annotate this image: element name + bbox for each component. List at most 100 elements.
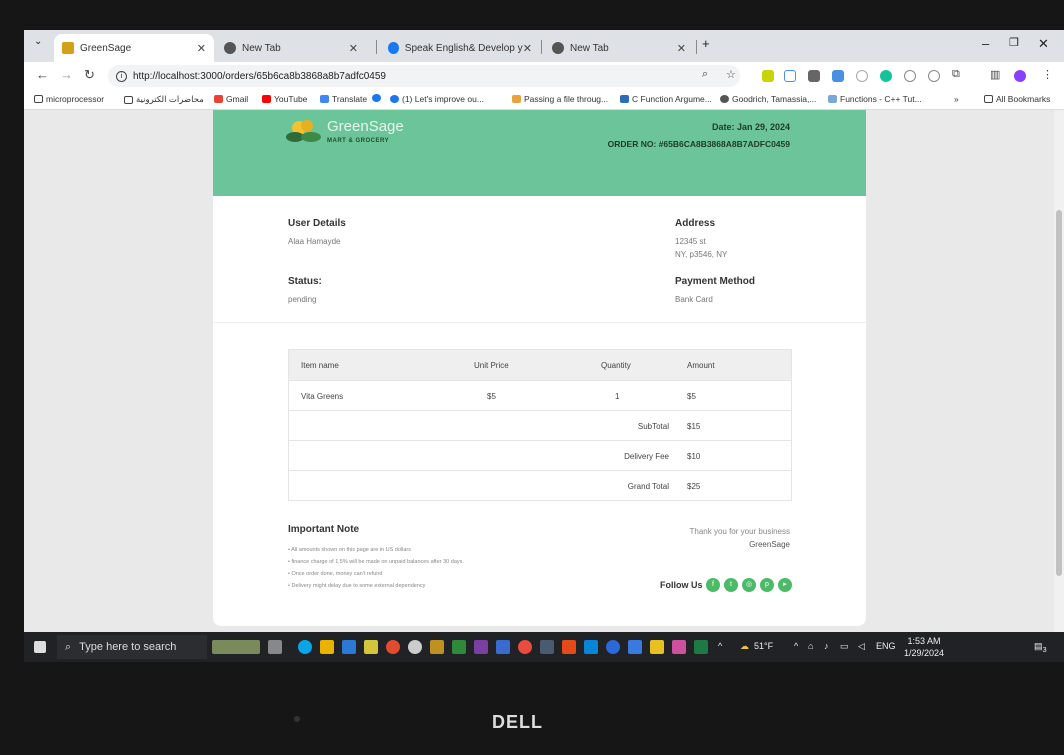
address-bar[interactable]: i http://localhost:3000/orders/65b6ca8b3…: [108, 65, 740, 87]
app-icon[interactable]: [540, 640, 554, 654]
extension-icon[interactable]: [784, 70, 796, 82]
close-window-button[interactable]: ✕: [1038, 36, 1049, 52]
windows-start-icon[interactable]: [34, 641, 46, 653]
extensions-puzzle-icon[interactable]: ⧉: [952, 68, 960, 81]
mail-icon[interactable]: [342, 640, 356, 654]
bookmark-functions-cpp[interactable]: Functions - C++ Tut...: [828, 94, 922, 104]
volume-icon[interactable]: ♪: [824, 641, 829, 651]
task-view-icon[interactable]: [268, 640, 282, 654]
opera-icon[interactable]: [562, 640, 576, 654]
tab-facebook[interactable]: Speak English& Develop your p ✕: [380, 34, 540, 62]
tab-search-button[interactable]: ⌄: [34, 36, 42, 47]
chrome-icon: [720, 95, 729, 103]
tab-greensage[interactable]: GreenSage ✕: [54, 34, 214, 62]
bookmark-c-function[interactable]: C Function Argume...: [620, 94, 712, 104]
app-icon[interactable]: [364, 640, 378, 654]
extension-icon[interactable]: [904, 70, 916, 82]
bookmark-youtube[interactable]: YouTube: [262, 94, 307, 104]
minimize-button[interactable]: –: [982, 36, 989, 51]
weather-temperature[interactable]: 51°F: [754, 641, 773, 651]
bookmark-translate[interactable]: Translate: [320, 94, 367, 104]
instagram-icon[interactable]: ◎: [742, 578, 756, 592]
site-icon: [620, 95, 629, 103]
app-icon[interactable]: [408, 640, 422, 654]
search-highlight-image[interactable]: [212, 640, 260, 654]
subtotal-label: SubTotal: [637, 422, 669, 431]
menu-kebab-icon[interactable]: ⋮: [1042, 68, 1053, 81]
extension-icon[interactable]: [856, 70, 868, 82]
bookmark-folder[interactable]: محاضرات الكترونية: [124, 94, 204, 105]
extension-icon[interactable]: [832, 70, 844, 82]
app-icon[interactable]: [672, 640, 686, 654]
profile-avatar[interactable]: [1014, 70, 1026, 82]
app-icon[interactable]: [606, 640, 620, 654]
tab-separator: [376, 40, 377, 54]
notification-icon[interactable]: ▤3: [1034, 641, 1047, 654]
close-tab-icon[interactable]: ✕: [197, 42, 206, 55]
new-tab-button[interactable]: +: [702, 36, 710, 51]
follow-us-label: Follow Us: [660, 580, 703, 590]
youtube-icon[interactable]: ▸: [778, 578, 792, 592]
pinterest-icon[interactable]: p: [760, 578, 774, 592]
bookmark-folder[interactable]: microprocessor: [34, 94, 104, 104]
clock-date: 1/29/2024: [904, 648, 945, 658]
all-bookmarks-folder[interactable]: All Bookmarks: [984, 94, 1050, 104]
bookmark-goodrich[interactable]: Goodrich, Tamassia,...: [720, 94, 816, 104]
excel-icon[interactable]: [694, 640, 708, 654]
app-icon[interactable]: [474, 640, 488, 654]
file-explorer-icon[interactable]: [320, 640, 334, 654]
scrollbar-thumb[interactable]: [1056, 210, 1062, 576]
close-tab-icon[interactable]: ✕: [349, 42, 358, 55]
battery-icon[interactable]: ▭: [840, 641, 849, 652]
chrome-icon[interactable]: [386, 640, 400, 654]
twitter-icon[interactable]: t: [724, 578, 738, 592]
bookmarks-overflow[interactable]: »: [954, 94, 959, 104]
app-icon[interactable]: [628, 640, 642, 654]
app-icon[interactable]: [496, 640, 510, 654]
bookmark-facebook-post[interactable]: (1) Let's improve ou...: [390, 94, 484, 104]
bookmark-facebook[interactable]: [372, 94, 384, 102]
app-icon[interactable]: [452, 640, 466, 654]
taskbar-search-box[interactable]: ⌕ Type here to search: [57, 635, 207, 659]
back-icon[interactable]: ←: [36, 67, 49, 82]
app-icon[interactable]: [650, 640, 664, 654]
reload-icon[interactable]: ↻: [84, 67, 95, 83]
windows-taskbar: ⌕ Type here to search ^ ☁ 51°F ^ ⌂ ♪ ▭ ◁…: [24, 632, 1064, 662]
side-panel-icon[interactable]: ▥: [990, 68, 1000, 81]
extension-icon[interactable]: [762, 70, 774, 82]
tab-new-tab-1[interactable]: New Tab ✕: [216, 34, 366, 62]
user-name: Alaa Hamayde: [288, 237, 341, 246]
facebook-icon: [390, 95, 399, 103]
network-icon[interactable]: ⌂: [808, 641, 813, 651]
close-tab-icon[interactable]: ✕: [523, 42, 532, 55]
bookmark-gmail[interactable]: Gmail: [214, 94, 248, 104]
zoom-icon[interactable]: ⌕: [702, 68, 708, 81]
stackoverflow-icon: [512, 95, 521, 103]
app-icon[interactable]: [518, 640, 532, 654]
extension-icon[interactable]: [928, 70, 940, 82]
speaker-icon[interactable]: ◁: [858, 641, 865, 652]
clock[interactable]: 1:53 AM 1/29/2024: [904, 635, 944, 659]
youtube-icon: [262, 95, 271, 103]
folder-icon: [34, 95, 43, 103]
bookmark-passing-file[interactable]: Passing a file throug...: [512, 94, 608, 104]
restore-button[interactable]: ❐: [1009, 36, 1019, 49]
edge-icon[interactable]: [298, 640, 312, 654]
invoice-date: Date: Jan 29, 2024: [711, 122, 790, 132]
site-info-icon[interactable]: i: [116, 70, 127, 82]
grammarly-icon[interactable]: [880, 70, 892, 82]
invoice-header-banner: GreenSage MART & GROCERY Date: Jan 29, 2…: [213, 110, 866, 196]
facebook-icon[interactable]: f: [706, 578, 720, 592]
facebook-icon: [372, 94, 381, 102]
tray-chevron-icon[interactable]: ^: [794, 641, 798, 651]
app-icon[interactable]: [430, 640, 444, 654]
vscode-icon[interactable]: [584, 640, 598, 654]
page-scrollbar[interactable]: [1054, 110, 1064, 632]
tab-new-tab-2[interactable]: New Tab ✕: [544, 34, 694, 62]
extension-icon[interactable]: [808, 70, 820, 82]
close-tab-icon[interactable]: ✕: [677, 42, 686, 55]
forward-icon[interactable]: →: [60, 67, 73, 82]
bookmark-star-icon[interactable]: ☆: [726, 68, 736, 81]
language-indicator[interactable]: ENG: [876, 641, 896, 651]
overflow-chevron-icon[interactable]: ^: [718, 641, 722, 651]
